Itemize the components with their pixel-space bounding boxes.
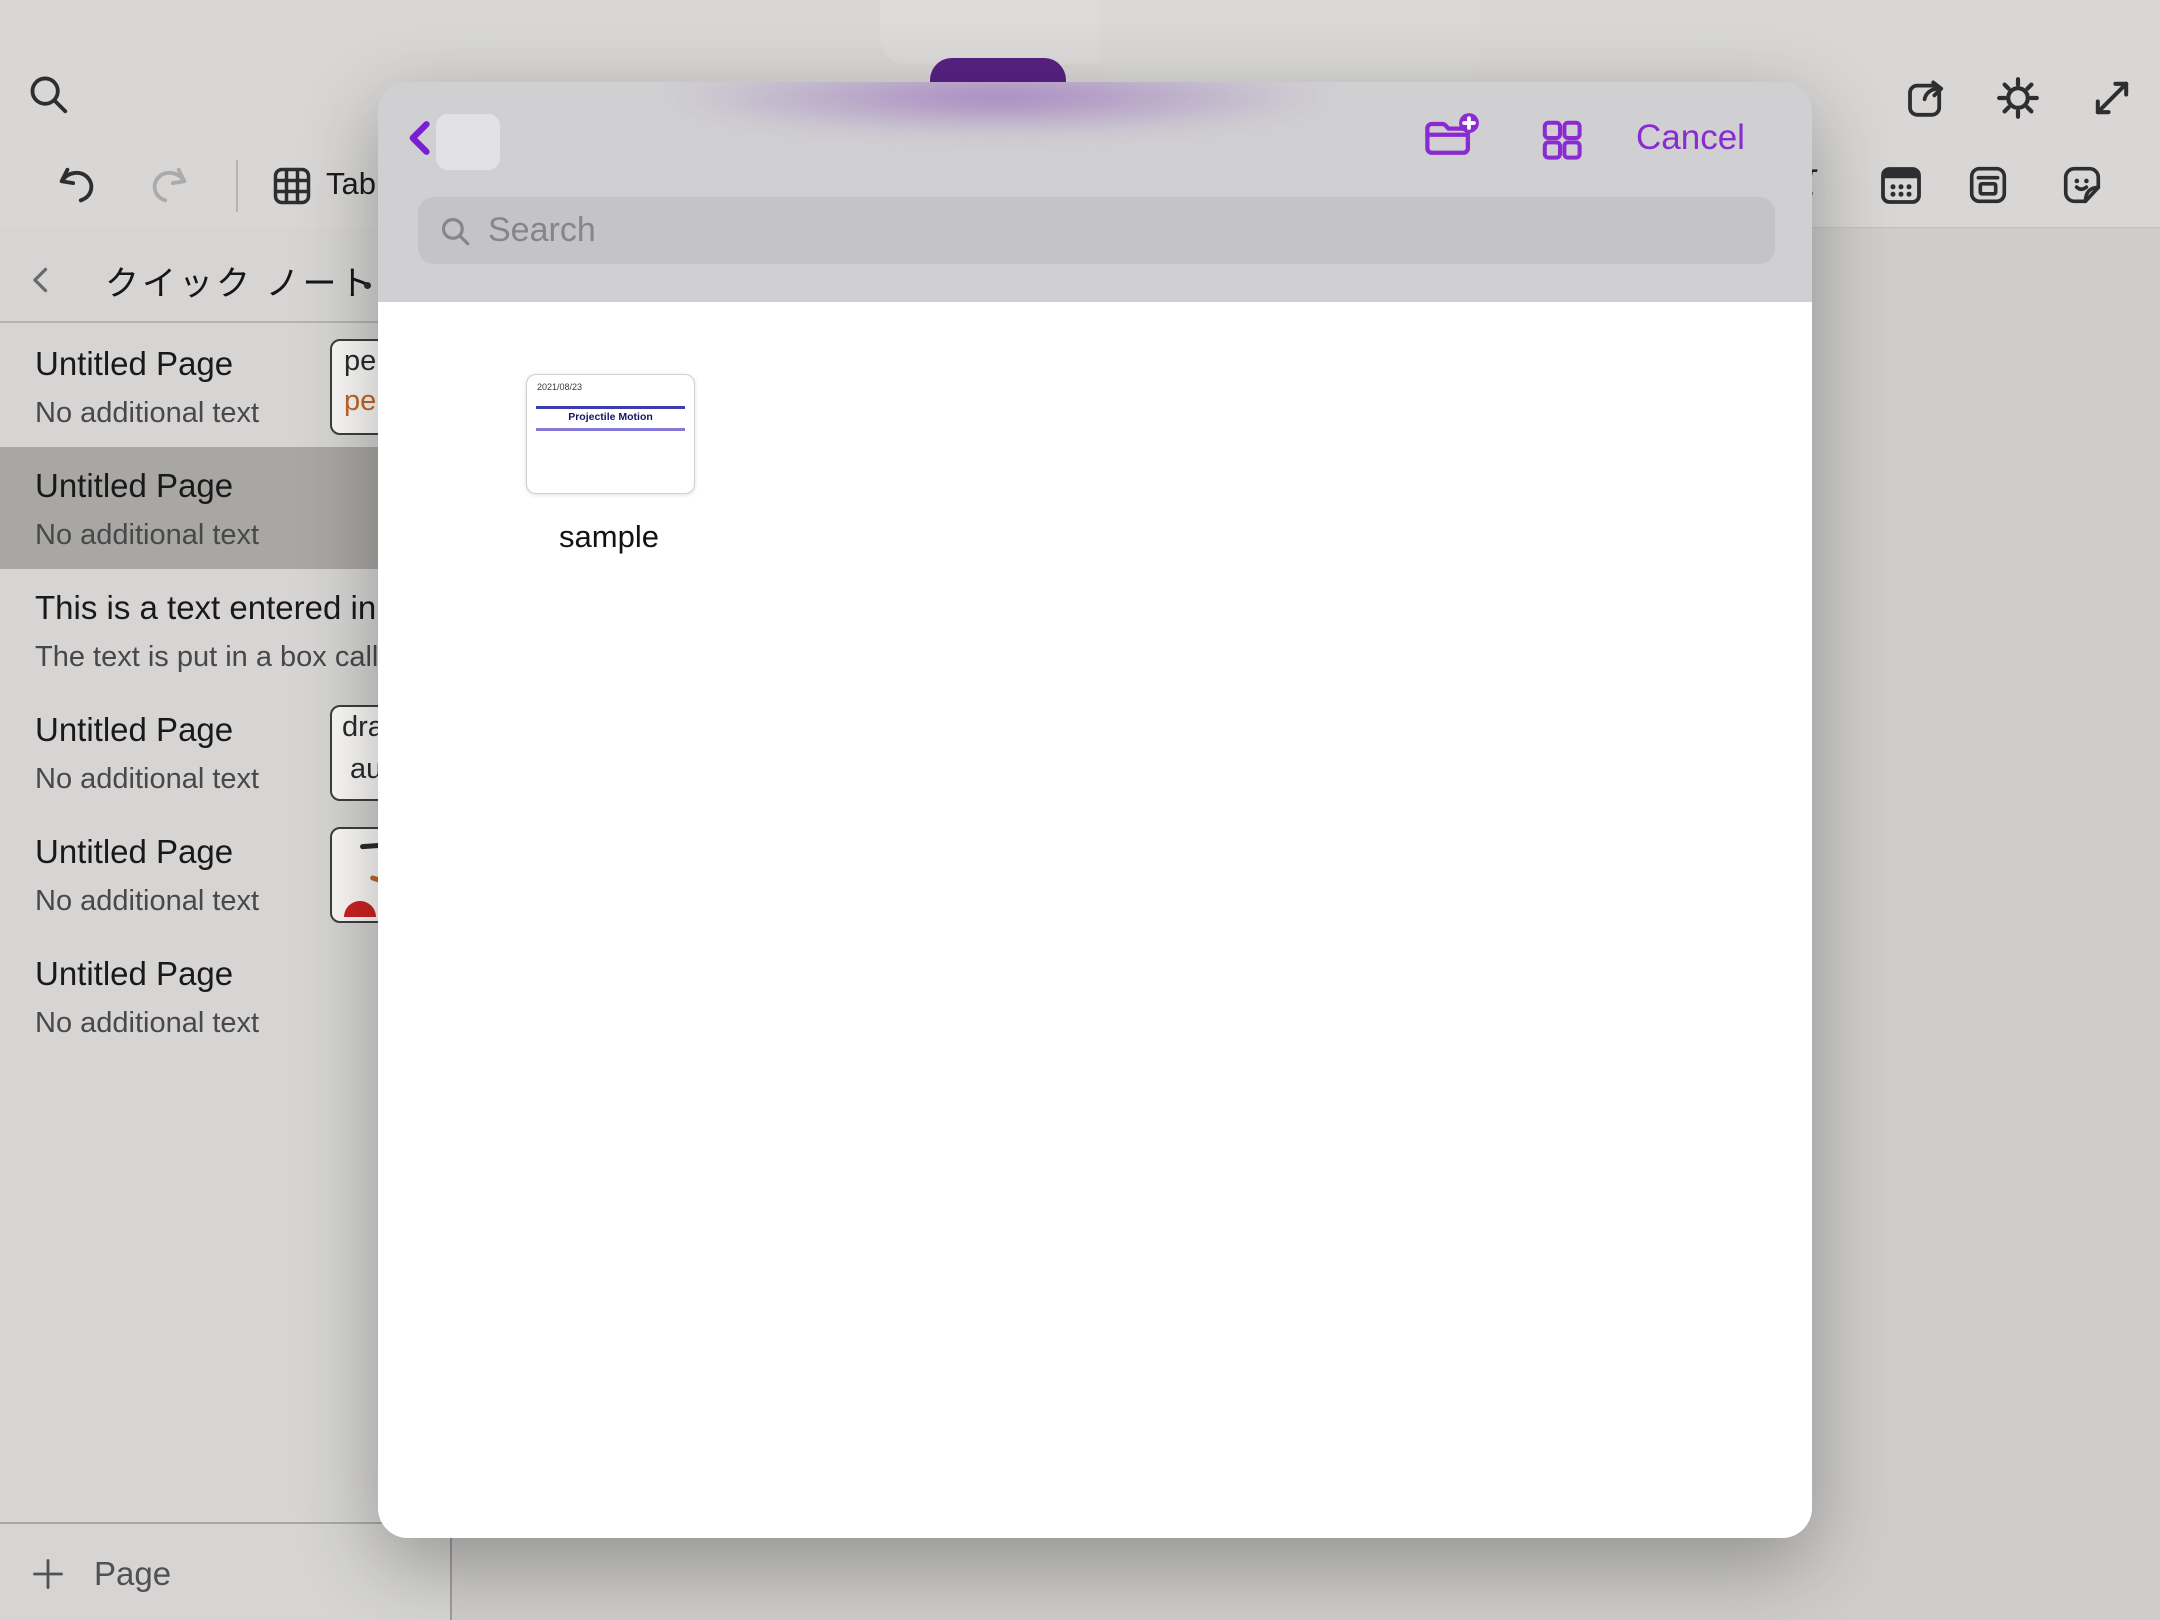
app-root: Table クイック ノート Untitled Page No addition… [0,0,2160,1620]
chevron-left-icon [399,113,443,163]
sticker-button[interactable] [2056,159,2108,211]
math-keypad-icon [1877,161,1925,209]
page-title: Untitled Page [35,345,233,383]
blurred-page-edge-2 [1100,0,1480,84]
modal-header: Cancel [378,82,1812,302]
search-icon [25,71,71,117]
page-subtitle: No additional text [35,1007,259,1040]
file-tile-sample[interactable]: 2021/08/23 Projectile Motion [526,374,695,494]
page-title: Untitled Page [35,711,233,749]
toolbar-divider [236,160,238,212]
table-icon [270,164,314,208]
keypad-button[interactable] [1875,159,1927,211]
folder-plus-icon [1420,110,1482,164]
settings-button[interactable] [1992,72,2044,124]
table-button[interactable] [268,162,316,210]
redo-button[interactable] [146,160,194,212]
add-page-label[interactable]: Page [94,1556,171,1592]
redo-icon [147,163,193,209]
share-icon [1904,74,1952,122]
preview-rule-dark [536,406,685,409]
page-subtitle: No additional text [35,397,259,430]
fullscreen-button[interactable] [2086,72,2138,124]
file-name-label[interactable]: sample [459,519,759,555]
page-subtitle: No additional text [35,763,259,796]
modal-body: 2021/08/23 Projectile Motion sample [378,302,1812,1538]
page-title: This is a text entered in [35,589,376,627]
modal-back-button[interactable] [396,110,446,166]
preview-rule-light [536,428,685,431]
modal-search-bar[interactable] [418,197,1775,264]
page-subtitle: No additional text [35,885,259,918]
grid-view-button[interactable] [1536,114,1588,166]
cancel-button[interactable]: Cancel [1636,118,1745,158]
undo-icon [53,163,99,209]
sticker-icon [2059,162,2105,208]
chevron-left-icon [25,261,59,299]
preview-heading: Projectile Motion [527,411,694,423]
notebook-title: クイック ノート [105,256,376,305]
purple-glow [658,82,1338,134]
search-button[interactable] [22,68,74,120]
settings-gear-icon [1994,74,2042,122]
page-subtitle: No additional text [35,519,259,552]
banner-element-button[interactable] [1962,159,2014,211]
page-title: Untitled Page [35,467,233,505]
grid-view-icon [1538,116,1586,164]
undo-button[interactable] [52,160,100,212]
plus-icon [29,1555,67,1593]
new-folder-button[interactable] [1418,108,1484,166]
page-title: Untitled Page [35,833,233,871]
search-input[interactable] [486,210,1690,251]
sidebar-back-button[interactable] [22,258,62,302]
page-subtitle: The text is put in a box called [35,641,411,674]
page-title: Untitled Page [35,955,233,993]
expand-icon [2089,75,2135,121]
add-page-button[interactable] [26,1552,70,1596]
banner-icon [1965,162,2011,208]
search-icon [438,214,472,248]
share-button[interactable] [1902,72,1954,124]
preview-date: 2021/08/23 [537,382,582,392]
document-picker-modal: Cancel 2021/08/23 Projectile Motion samp… [378,82,1812,1538]
ink-shape-red [344,901,376,917]
